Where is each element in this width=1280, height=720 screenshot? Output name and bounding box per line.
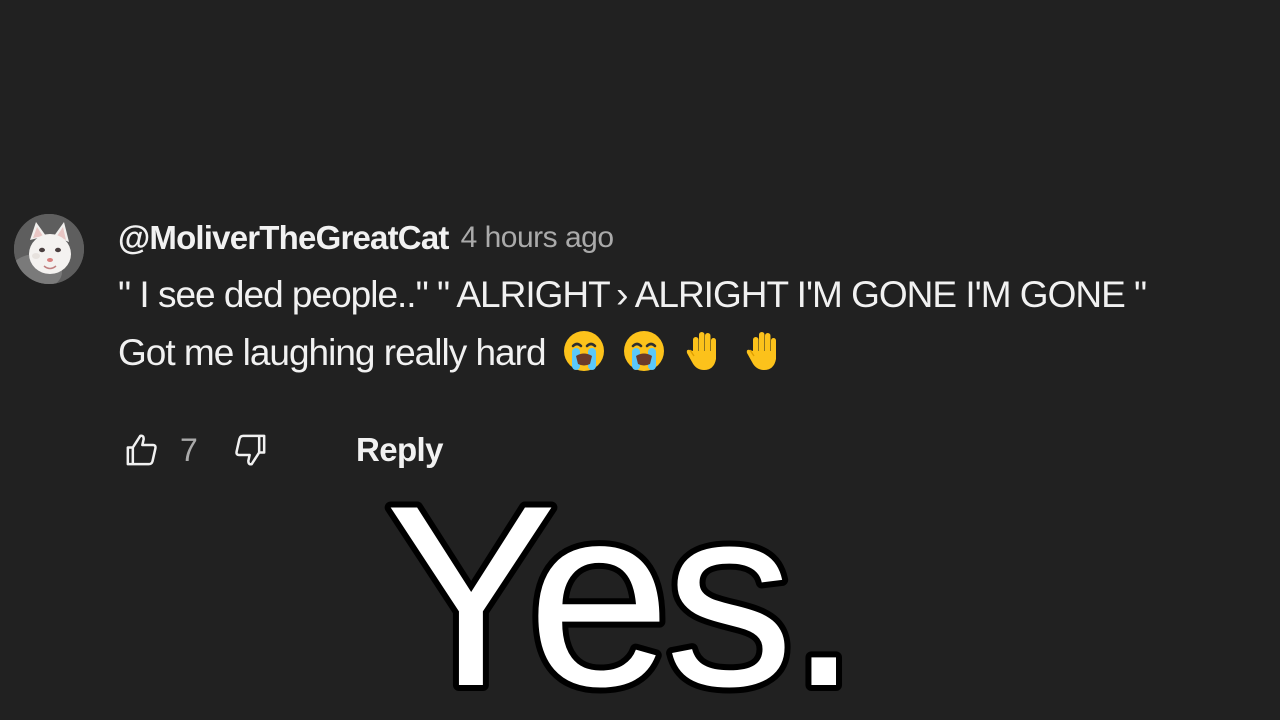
comment-text-line: " I see ded people.." " ALRIGHT › ALRIGH… <box>118 274 1147 315</box>
avatar[interactable] <box>14 214 84 284</box>
thumbs-up-icon <box>126 434 157 466</box>
cat-avatar-image <box>14 214 84 284</box>
comment-header: @MoliverTheGreatCat 4 hours ago <box>118 210 1258 266</box>
like-count: 7 <box>180 431 198 468</box>
comment-text-line: Got me laughing really hard <box>118 324 1258 382</box>
raised-hand-icon <box>742 329 786 373</box>
caption-overlay: Yes. <box>380 470 900 710</box>
like-button[interactable] <box>118 426 166 474</box>
dislike-button[interactable] <box>226 426 274 474</box>
reply-button[interactable]: Reply <box>356 431 443 469</box>
video-frame: @MoliverTheGreatCat 4 hours ago " I see … <box>0 0 1280 720</box>
raised-hand-icon <box>682 329 726 373</box>
loudly-crying-face-icon <box>622 329 666 373</box>
author-name[interactable]: @MoliverTheGreatCat <box>118 219 449 257</box>
caption-text: Yes. <box>385 470 854 710</box>
comment-text: " I see ded people.." " ALRIGHT › ALRIGH… <box>118 266 1258 382</box>
comment-body: @MoliverTheGreatCat 4 hours ago " I see … <box>118 210 1258 382</box>
comment-text-segment: Got me laughing really hard <box>118 332 547 373</box>
loudly-crying-face-icon <box>562 329 606 373</box>
comment-timestamp[interactable]: 4 hours ago <box>461 221 614 255</box>
thumbs-down-icon <box>235 434 266 466</box>
